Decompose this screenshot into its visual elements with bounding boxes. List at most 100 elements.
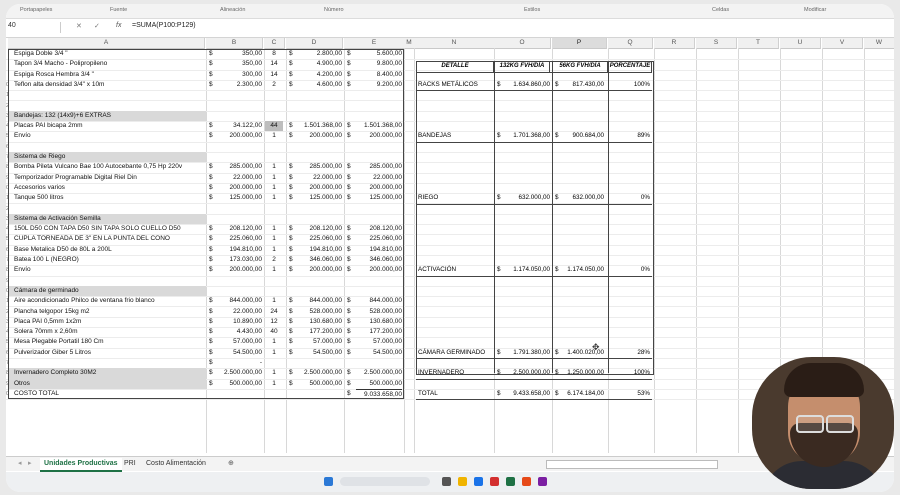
formula-input[interactable]: =SUMA(P100:P129) bbox=[132, 22, 196, 29]
summary-132kg-value[interactable]: 1.791.380,00 bbox=[502, 348, 550, 358]
summary-header: 132KG FVH/DÍA bbox=[495, 61, 550, 72]
summary-percentage[interactable]: 89% bbox=[610, 131, 650, 141]
currency-sign: $ bbox=[497, 348, 501, 356]
summary-132kg-value[interactable]: 1.634.860,00 bbox=[502, 80, 550, 90]
column-header-e[interactable]: E bbox=[344, 38, 405, 49]
summary-percentage[interactable]: 100% bbox=[610, 80, 650, 90]
add-sheet-icon[interactable]: ⊕ bbox=[224, 458, 238, 470]
tab-pri[interactable]: PRI bbox=[120, 458, 140, 470]
column-header-w[interactable]: W bbox=[864, 38, 894, 49]
webcam-overlay bbox=[752, 357, 894, 489]
taskbar-search[interactable] bbox=[340, 477, 430, 486]
summary-56kg-value[interactable]: 632.000,00 bbox=[560, 193, 604, 203]
summary-row-line bbox=[416, 399, 652, 401]
person-hair bbox=[784, 363, 864, 397]
summary-table bbox=[416, 61, 654, 376]
currency-sign: $ bbox=[555, 80, 559, 88]
summary-header: PORCENTAJE bbox=[609, 61, 652, 72]
summary-percentage[interactable]: 100% bbox=[610, 368, 650, 378]
summary-row-line bbox=[416, 203, 652, 205]
summary-percentage[interactable]: 0% bbox=[610, 265, 650, 275]
browser-icon[interactable] bbox=[474, 477, 483, 486]
ribbon-font-label: Fuente bbox=[110, 7, 128, 13]
currency-sign: $ bbox=[497, 389, 501, 397]
enter-icon[interactable]: ✓ bbox=[94, 22, 100, 30]
summary-56kg-value[interactable]: 1.250.000,00 bbox=[560, 368, 604, 378]
summary-percentage[interactable]: 53% bbox=[610, 389, 650, 399]
summary-132kg-value[interactable]: 1.174.050,00 bbox=[502, 265, 550, 275]
summary-row-line bbox=[416, 90, 652, 92]
summary-label[interactable]: RIEGO bbox=[418, 193, 494, 203]
summary-row-line bbox=[416, 378, 652, 380]
summary-divider bbox=[494, 61, 495, 374]
tab-costo-alimentacion[interactable]: Costo Alimentación bbox=[142, 458, 210, 470]
summary-divider bbox=[608, 61, 609, 374]
currency-sign: $ bbox=[497, 369, 501, 377]
currency-sign: $ bbox=[497, 80, 501, 88]
ribbon-number-label: Número bbox=[324, 7, 344, 13]
name-box[interactable]: 40 bbox=[8, 22, 61, 33]
summary-label[interactable]: ACTIVACIÓN bbox=[418, 265, 494, 275]
currency-sign: $ bbox=[497, 194, 501, 202]
app-orange-icon[interactable] bbox=[522, 477, 531, 486]
currency-sign: $ bbox=[555, 348, 559, 356]
app-red-icon[interactable] bbox=[490, 477, 499, 486]
summary-label[interactable]: CÁMARA GERMINADO bbox=[418, 348, 494, 358]
formula-bar: 40 ✕ ✓ fx =SUMA(P100:P129) bbox=[6, 19, 894, 38]
summary-header: DETALLE bbox=[417, 61, 494, 72]
summary-label[interactable]: TOTAL bbox=[418, 389, 494, 399]
tab-unidades-productivas[interactable]: Unidades Productivas bbox=[40, 458, 122, 472]
ribbon-cells-label: Celdas bbox=[712, 7, 730, 13]
column-header-t[interactable]: T bbox=[738, 38, 779, 49]
summary-percentage[interactable]: 0% bbox=[610, 193, 650, 203]
summary-label[interactable]: RACKS METÁLICOS bbox=[418, 80, 494, 90]
column-header-o[interactable]: O bbox=[494, 38, 551, 49]
summary-56kg-value[interactable]: 6.174.184,00 bbox=[560, 389, 604, 399]
summary-56kg-value[interactable]: 1.174.050,00 bbox=[560, 265, 604, 275]
currency-sign: $ bbox=[555, 369, 559, 377]
cancel-icon[interactable]: ✕ bbox=[76, 22, 82, 30]
currency-sign: $ bbox=[555, 132, 559, 140]
currency-sign: $ bbox=[497, 132, 501, 140]
summary-header: 56KG FVH/DÍA bbox=[553, 61, 608, 72]
column-header-v[interactable]: V bbox=[822, 38, 863, 49]
column-header-c[interactable]: C bbox=[264, 38, 285, 49]
currency-sign: $ bbox=[555, 266, 559, 274]
summary-label[interactable]: INVERNADERO bbox=[418, 368, 494, 378]
excel-icon[interactable] bbox=[506, 477, 515, 486]
summary-percentage[interactable]: 28% bbox=[610, 348, 650, 358]
summary-132kg-value[interactable]: 1.701.368,00 bbox=[502, 131, 550, 141]
folder-icon[interactable] bbox=[458, 477, 467, 486]
summary-divider bbox=[552, 61, 553, 374]
start-icon[interactable] bbox=[324, 477, 333, 486]
summary-header-line bbox=[416, 72, 652, 74]
summary-label[interactable]: BANDEJAS bbox=[418, 131, 494, 141]
summary-row-line bbox=[416, 275, 652, 277]
tab-scroll-right-icon[interactable]: ▸ bbox=[24, 458, 36, 470]
column-header-s[interactable]: S bbox=[696, 38, 737, 49]
summary-132kg-value[interactable]: 632.000,00 bbox=[502, 193, 550, 203]
column-header-r[interactable]: R bbox=[654, 38, 695, 49]
summary-row-line bbox=[416, 358, 652, 359]
ribbon-clipboard-label: Portapapeles bbox=[20, 7, 53, 13]
summary-132kg-value[interactable]: 2.500.000,00 bbox=[502, 368, 550, 378]
glasses-right-lens bbox=[826, 415, 854, 433]
summary-56kg-value[interactable]: 900.684,00 bbox=[560, 131, 604, 141]
function-icon[interactable]: fx bbox=[116, 22, 121, 29]
app-purple-icon[interactable] bbox=[538, 477, 547, 486]
column-header-d[interactable]: D bbox=[286, 38, 343, 49]
column-header-a[interactable]: A bbox=[8, 38, 205, 49]
column-header-u[interactable]: U bbox=[780, 38, 821, 49]
summary-56kg-value[interactable]: 817.430,00 bbox=[560, 80, 604, 90]
ribbon-group-labels: Portapapeles Fuente Alineación Número Es… bbox=[6, 4, 894, 19]
column-header-p[interactable]: P bbox=[552, 38, 607, 49]
ribbon-styles-label: Estilos bbox=[524, 7, 541, 13]
column-header-q[interactable]: Q bbox=[608, 38, 653, 49]
ribbon-alignment-label: Alineación bbox=[220, 7, 246, 13]
horizontal-scrollbar[interactable] bbox=[546, 460, 718, 469]
summary-132kg-value[interactable]: 9.433.658,00 bbox=[502, 389, 550, 399]
summary-row-line bbox=[416, 141, 652, 143]
taskview-icon[interactable] bbox=[442, 477, 451, 486]
column-header-n[interactable]: N bbox=[414, 38, 495, 49]
column-header-b[interactable]: B bbox=[206, 38, 263, 49]
